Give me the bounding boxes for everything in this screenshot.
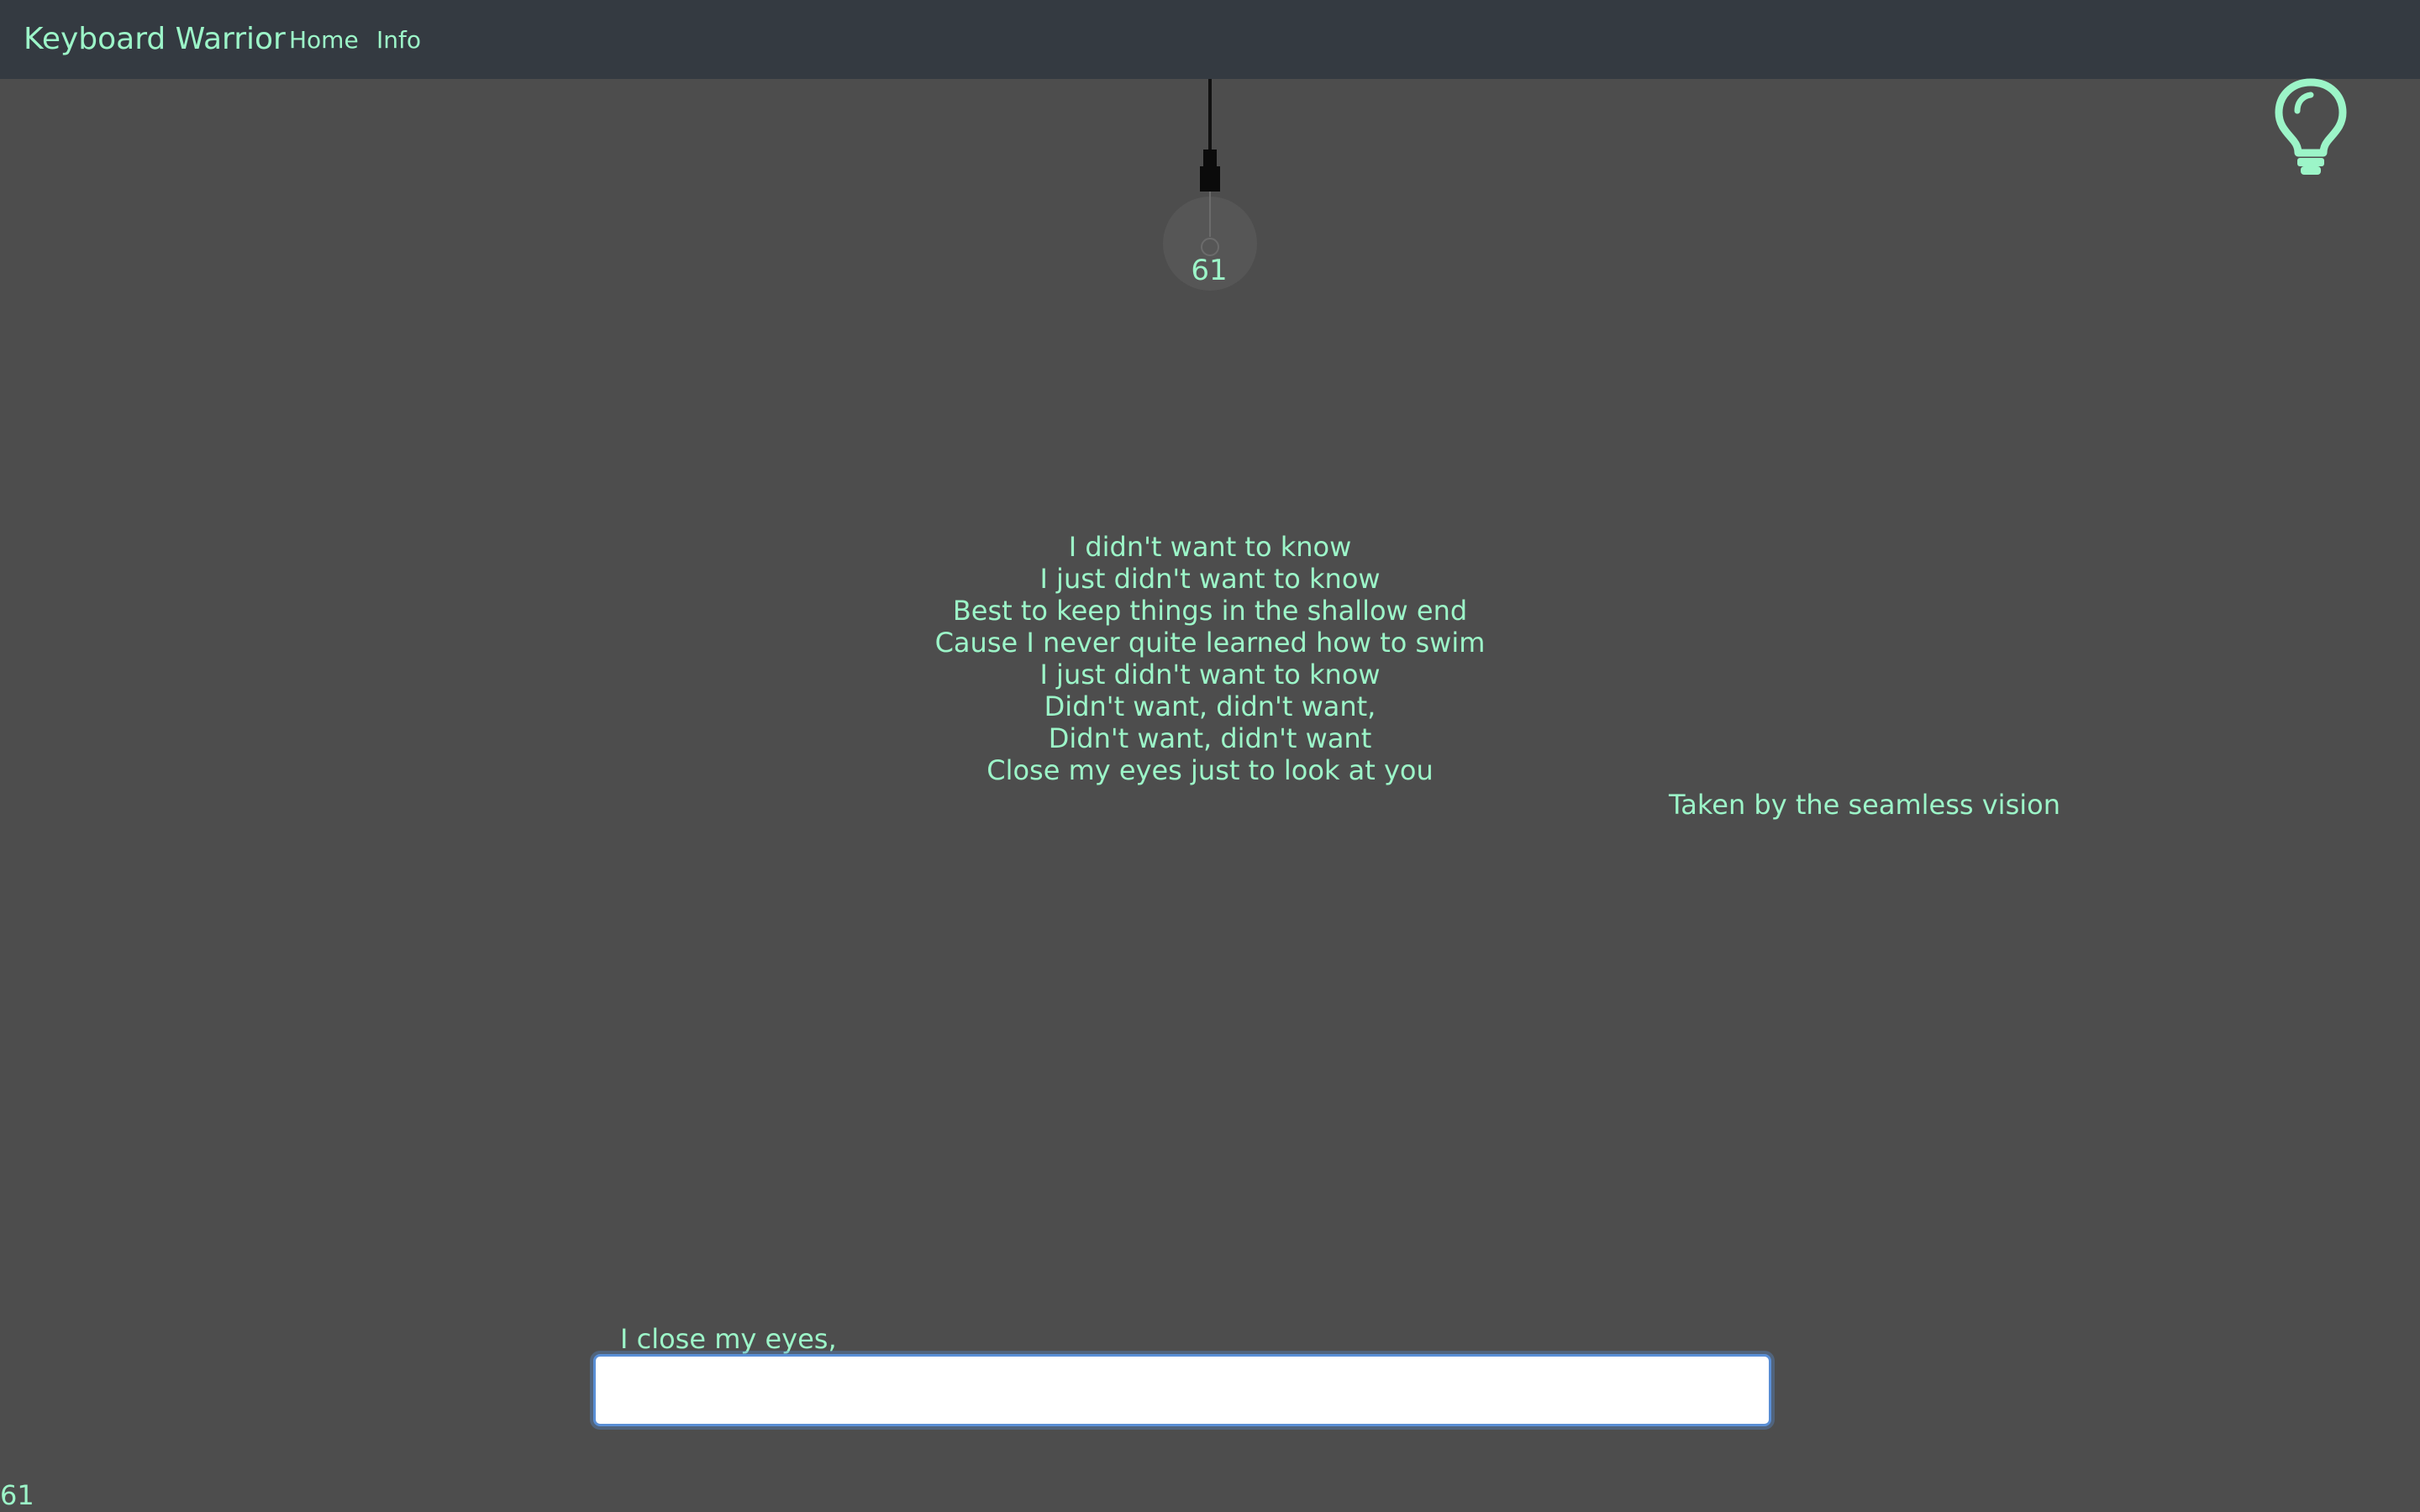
footer-counter: 61 bbox=[0, 1479, 34, 1511]
lyric-line: Cause I never quite learned how to swim bbox=[934, 627, 1486, 659]
lamp-socket-top bbox=[1203, 150, 1217, 166]
lyric-line: I didn't want to know bbox=[1068, 531, 1352, 563]
lyric-line: Didn't want, didn't want bbox=[1048, 722, 1372, 754]
lamp-counter: 61 bbox=[1191, 254, 1228, 287]
lyric-line: Didn't want, didn't want, bbox=[1044, 690, 1376, 722]
lyric-line: I just didn't want to know bbox=[1039, 563, 1381, 595]
typing-input[interactable] bbox=[593, 1354, 1771, 1426]
navbar: Keyboard Warrior Home Info bbox=[0, 0, 2420, 79]
current-prompt-line: I close my eyes, bbox=[620, 1323, 837, 1355]
brand-link[interactable]: Keyboard Warrior bbox=[24, 20, 286, 59]
nav-link-info[interactable]: Info bbox=[376, 25, 421, 55]
lyric-line: Close my eyes just to look at you bbox=[986, 754, 1434, 786]
lightbulb-icon[interactable] bbox=[2269, 77, 2353, 176]
lyrics-block: I didn't want to know I just didn't want… bbox=[874, 531, 1546, 786]
falling-lyric: Taken by the seamless vision bbox=[1669, 789, 2060, 821]
lyric-line: I just didn't want to know bbox=[1039, 659, 1381, 690]
nav-link-home[interactable]: Home bbox=[289, 25, 359, 55]
lyric-line: Best to keep things in the shallow end bbox=[952, 595, 1468, 627]
lamp-socket bbox=[1200, 166, 1220, 192]
